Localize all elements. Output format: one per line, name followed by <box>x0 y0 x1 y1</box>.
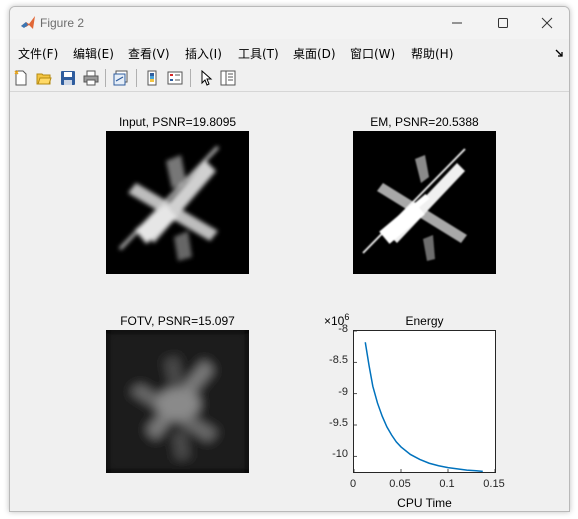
maximize-icon <box>498 18 508 28</box>
menu-window[interactable]: 窗口(W) <box>350 45 395 62</box>
open-file-icon[interactable] <box>36 70 52 86</box>
input-image-title: Input, PSNR=19.8095 <box>118 115 237 129</box>
menu-tools[interactable]: 工具(T) <box>238 45 279 62</box>
em-image-title: EM, PSNR=20.5388 <box>370 115 479 129</box>
fotv-image-title: FOTV, PSNR=15.097 <box>120 314 235 328</box>
minimize-button[interactable] <box>434 7 480 39</box>
link-plot-icon[interactable] <box>113 70 129 86</box>
energy-series-line <box>364 342 483 472</box>
y-tick-label: -10 <box>332 448 348 461</box>
y-tick-label: -9.5 <box>329 417 348 429</box>
x-tick-label: 0.1 <box>439 478 455 490</box>
save-icon[interactable] <box>60 70 76 86</box>
close-icon <box>541 17 553 29</box>
menu-desktop[interactable]: 桌面(D) <box>293 45 336 62</box>
energy-x-axis-label: CPU Time <box>397 496 452 510</box>
y-tick-label: -8.5 <box>329 354 348 367</box>
y-tick-label: -8 <box>338 323 348 335</box>
menu-file[interactable]: 文件(F) <box>18 45 58 62</box>
edit-plot-arrow-icon[interactable] <box>198 70 214 86</box>
x-tick-label: 0 <box>349 478 357 490</box>
print-icon[interactable] <box>83 70 99 86</box>
menu-insert[interactable]: 插入(I) <box>185 45 222 62</box>
colorbar-icon[interactable] <box>144 70 160 86</box>
x-tick-label: 0.15 <box>483 478 505 490</box>
legend-icon[interactable] <box>167 70 183 86</box>
toolbar-separator <box>105 69 106 87</box>
property-inspector-icon[interactable] <box>220 70 236 86</box>
em-image <box>353 131 496 274</box>
input-image <box>106 131 249 274</box>
title-bar: Figure 2 <box>10 7 569 39</box>
maximize-button[interactable] <box>480 7 526 39</box>
close-button[interactable] <box>524 7 569 39</box>
new-figure-icon[interactable] <box>13 70 29 86</box>
minimize-icon <box>452 22 462 24</box>
menu-edit[interactable]: 编辑(E) <box>73 45 114 62</box>
matlab-logo-icon <box>21 16 35 29</box>
toolbar <box>10 65 569 92</box>
energy-axes <box>353 330 496 473</box>
dock-arrow-icon[interactable] <box>555 48 565 58</box>
toolbar-separator <box>136 69 137 87</box>
menu-view[interactable]: 查看(V) <box>128 45 170 62</box>
energy-plot-title: Energy <box>405 314 444 328</box>
figure-window: Figure 2 文件(F) 编辑(E) 查看(V) 插入(I) 工具(T) 桌… <box>9 6 570 512</box>
x-tick-label: 0.05 <box>389 478 411 490</box>
menu-bar: 文件(F) 编辑(E) 查看(V) 插入(I) 工具(T) 桌面(D) 窗口(W… <box>10 39 569 65</box>
window-title: Figure 2 <box>40 16 85 30</box>
energy-plot-svg <box>354 331 495 472</box>
figure-canvas: Input, PSNR=19.8095 EM, PSNR=20.5388 FOT… <box>10 92 569 511</box>
toolbar-separator <box>190 69 191 87</box>
y-tick-label: -9 <box>338 385 348 398</box>
menu-help[interactable]: 帮助(H) <box>411 45 453 62</box>
fotv-image <box>106 330 249 473</box>
